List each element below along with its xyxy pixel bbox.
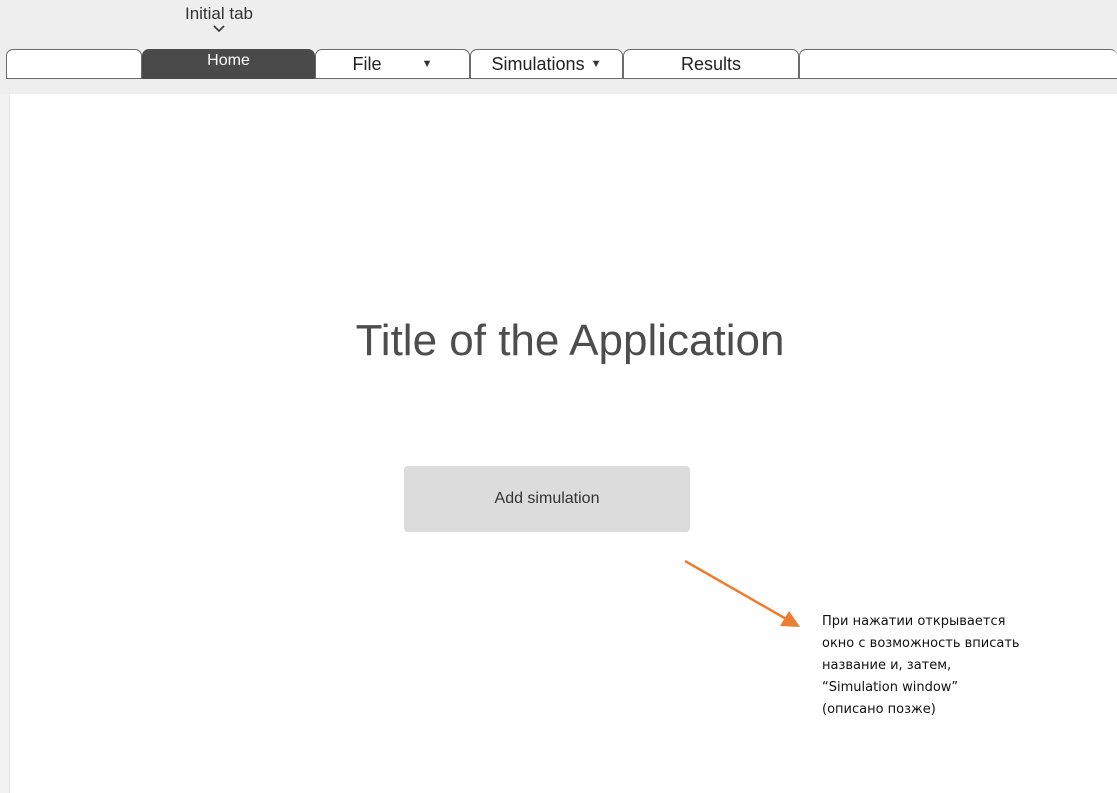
add-simulation-button[interactable]: Add simulation	[404, 466, 690, 532]
caret-down-icon: ▼	[590, 58, 602, 70]
chevron-down-icon	[160, 24, 278, 38]
tab-blank-right[interactable]	[799, 49, 1117, 79]
tab-file[interactable]: File ▼	[315, 49, 470, 79]
annotation-line: окно с возможность вписать	[822, 636, 1020, 651]
tab-label: File	[352, 53, 382, 74]
annotation-note: При нажатии открывается окно с возможнос…	[822, 611, 1072, 721]
annotation-line: (описано позже)	[822, 702, 936, 717]
annotation-line: “Simulation window”	[822, 680, 959, 695]
tab-blank-left[interactable]	[6, 49, 142, 79]
content-left-edge	[0, 94, 10, 793]
annotation-arrow-icon	[684, 559, 800, 627]
tab-label: Results	[680, 53, 742, 74]
tab-simulations[interactable]: Simulations ▼	[470, 49, 623, 79]
tab-label: Home	[207, 52, 250, 69]
tab-results[interactable]: Results	[623, 49, 799, 79]
tab-home[interactable]: Home	[142, 49, 315, 79]
annotation-line: название и, затем,	[822, 658, 952, 673]
tab-label: Simulations	[491, 53, 585, 74]
page-title: Title of the Application	[355, 316, 785, 365]
caret-down-icon: ▼	[421, 58, 433, 70]
annotation-line: При нажатии открывается	[822, 614, 1006, 629]
initial-tab-label: Initial tab	[184, 4, 254, 23]
